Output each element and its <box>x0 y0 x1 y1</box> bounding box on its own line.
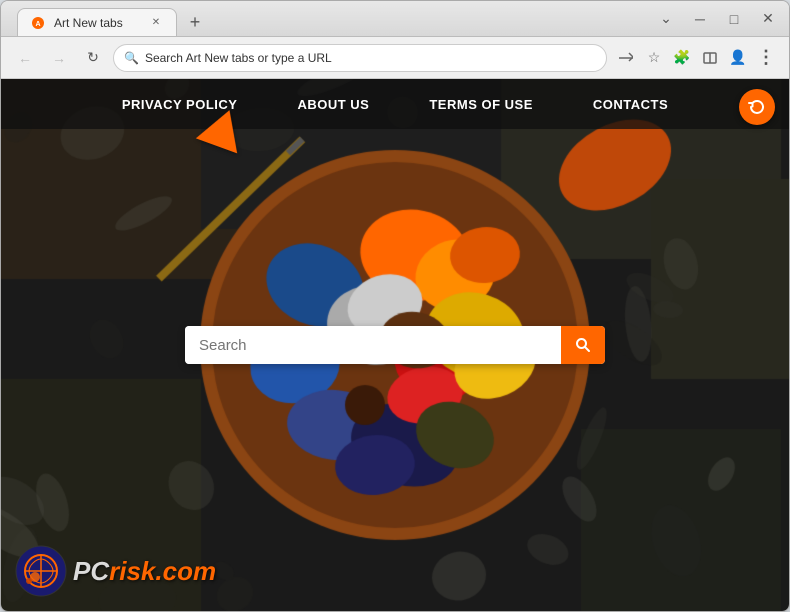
tab-close-button[interactable]: ✕ <box>148 15 164 31</box>
title-bar: A Art New tabs ✕ + ⌄ ─ □ ✕ <box>1 1 789 37</box>
active-tab[interactable]: A Art New tabs ✕ <box>17 8 177 36</box>
arrow-annotation <box>201 109 245 147</box>
pcrisk-logo-icon <box>15 545 67 597</box>
lock-icon: 🔍 <box>124 51 139 65</box>
search-container <box>185 326 605 364</box>
profile-icon[interactable]: 👤 <box>725 45 751 71</box>
search-input[interactable] <box>185 326 561 364</box>
bookmark-icon[interactable]: ☆ <box>641 45 667 71</box>
search-box <box>185 326 605 364</box>
search-icon <box>575 337 591 353</box>
extension-icon[interactable]: 🧩 <box>669 45 695 71</box>
watermark-text: PC risk.com <box>73 556 216 587</box>
webpage: PRIVACY POLICY ABOUT US TERMS OF USE CON… <box>1 79 789 611</box>
close-button[interactable]: ✕ <box>755 6 781 32</box>
nav-terms-of-use[interactable]: TERMS OF USE <box>429 97 533 112</box>
new-tab-button[interactable]: + <box>181 8 209 36</box>
search-button[interactable] <box>561 326 605 364</box>
tab-bar: A Art New tabs ✕ + <box>17 1 653 36</box>
menu-icon[interactable]: ⋮ <box>753 45 779 71</box>
refresh-overlay-button[interactable] <box>739 89 775 125</box>
tab-title: Art New tabs <box>54 16 123 30</box>
window-controls: ⌄ ─ □ ✕ <box>653 6 781 32</box>
browser-window: A Art New tabs ✕ + ⌄ ─ □ ✕ ← → ↻ 🔍 Searc… <box>0 0 790 612</box>
tab-favicon: A <box>30 15 46 31</box>
split-view-icon[interactable] <box>697 45 723 71</box>
reload-button[interactable]: ↻ <box>79 44 107 72</box>
nav-about-us[interactable]: ABOUT US <box>297 97 369 112</box>
url-text: Search Art New tabs or type a URL <box>145 51 596 65</box>
up-arrow-icon <box>196 103 250 154</box>
watermark-risk: risk.com <box>109 556 216 587</box>
refresh-icon <box>748 98 766 116</box>
chevron-down-icon[interactable]: ⌄ <box>653 6 679 32</box>
url-bar[interactable]: 🔍 Search Art New tabs or type a URL <box>113 44 607 72</box>
forward-button[interactable]: → <box>45 44 73 72</box>
address-bar: ← → ↻ 🔍 Search Art New tabs or type a UR… <box>1 37 789 79</box>
svg-text:A: A <box>35 21 40 28</box>
navigation-bar: PRIVACY POLICY ABOUT US TERMS OF USE CON… <box>1 79 789 129</box>
watermark: PC risk.com <box>15 545 216 597</box>
minimize-button[interactable]: ─ <box>687 6 713 32</box>
watermark-pc: PC <box>73 556 109 587</box>
address-bar-actions: ☆ 🧩 👤 ⋮ <box>613 45 779 71</box>
back-button[interactable]: ← <box>11 44 39 72</box>
maximize-button[interactable]: □ <box>721 6 747 32</box>
share-icon[interactable] <box>613 45 639 71</box>
nav-contacts[interactable]: CONTACTS <box>593 97 668 112</box>
